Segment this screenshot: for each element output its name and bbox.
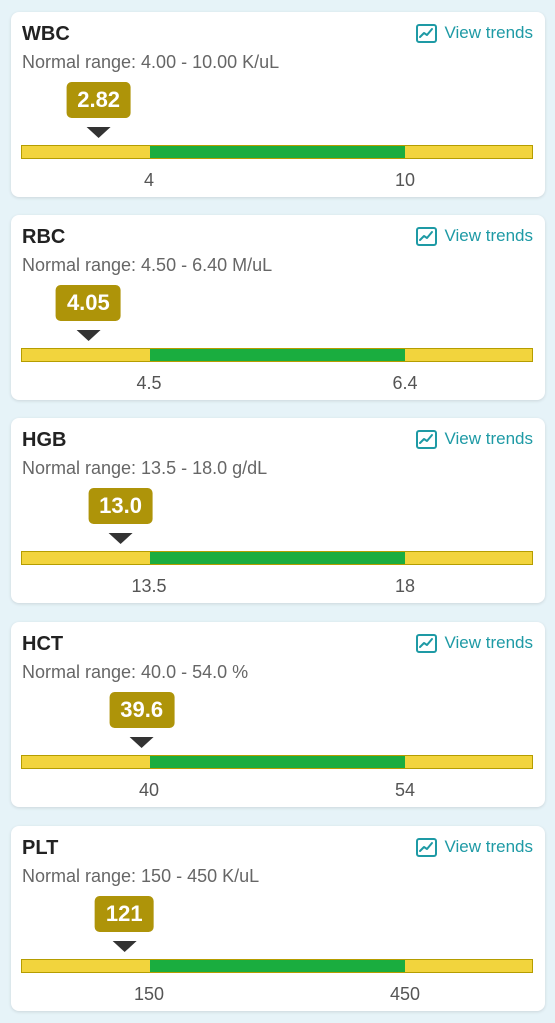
range-low-label: 4 xyxy=(143,170,155,190)
value-badge: 121 xyxy=(94,896,154,932)
test-name: HCT xyxy=(22,633,64,655)
range-bar-low-segment xyxy=(22,146,150,158)
test-name: RBC xyxy=(22,226,66,248)
test-name: HGB xyxy=(22,429,67,451)
view-trends-label: View trends xyxy=(444,23,533,42)
range-bar-normal-segment xyxy=(149,552,405,564)
value-marker: 121 xyxy=(94,896,154,952)
view-trends-link[interactable]: View trends xyxy=(416,428,533,450)
value-pointer xyxy=(86,127,111,138)
range-bar xyxy=(21,348,533,362)
test-name: PLT xyxy=(22,837,59,859)
trend-chart-icon xyxy=(416,23,438,43)
value-marker: 2.82 xyxy=(66,82,132,138)
trend-chart-icon xyxy=(416,633,438,653)
value-pointer xyxy=(108,533,133,544)
range-low-label: 40 xyxy=(138,780,160,800)
range-bar-normal-segment xyxy=(149,349,405,361)
view-trends-link[interactable]: View trends xyxy=(416,836,533,858)
range-low-label: 150 xyxy=(133,984,165,1004)
normal-range-text: Normal range: 150 - 450 K/uL xyxy=(22,866,260,886)
lab-result-card: RBC View trends Normal range: 4.50 - 6.4… xyxy=(11,215,545,400)
range-bar-high-segment xyxy=(404,756,532,768)
range-low-label: 13.5 xyxy=(131,576,167,596)
range-bar xyxy=(21,959,533,973)
view-trends-link[interactable]: View trends xyxy=(416,22,533,44)
lab-result-card: HGB View trends Normal range: 13.5 - 18.… xyxy=(11,418,545,603)
value-pointer xyxy=(112,941,137,952)
value-pointer xyxy=(129,737,154,748)
range-high-label: 6.4 xyxy=(392,373,418,393)
value-badge: 4.05 xyxy=(55,285,121,321)
view-trends-label: View trends xyxy=(444,837,533,856)
lab-result-card: HCT View trends Normal range: 40.0 - 54.… xyxy=(11,622,545,807)
view-trends-link[interactable]: View trends xyxy=(416,225,533,247)
view-trends-link[interactable]: View trends xyxy=(416,632,533,654)
range-bar-low-segment xyxy=(22,349,150,361)
range-bar-high-segment xyxy=(404,960,532,972)
value-badge: 13.0 xyxy=(88,488,153,524)
normal-range-text: Normal range: 4.00 - 10.00 K/uL xyxy=(22,52,280,72)
range-bar-low-segment xyxy=(22,552,150,564)
trend-chart-icon xyxy=(416,226,438,246)
value-marker: 39.6 xyxy=(109,692,175,748)
trend-chart-icon xyxy=(416,837,438,857)
range-bar xyxy=(21,755,533,769)
range-high-label: 18 xyxy=(394,576,416,596)
value-marker: 13.0 xyxy=(88,488,153,544)
range-low-label: 4.5 xyxy=(136,373,162,393)
view-trends-label: View trends xyxy=(444,226,533,245)
lab-result-card: PLT View trends Normal range: 150 - 450 … xyxy=(11,826,545,1011)
range-bar xyxy=(21,551,533,565)
range-bar-low-segment xyxy=(22,960,150,972)
normal-range-text: Normal range: 40.0 - 54.0 % xyxy=(22,662,249,682)
range-bar-normal-segment xyxy=(149,146,405,158)
value-badge: 39.6 xyxy=(109,692,175,728)
value-marker: 4.05 xyxy=(55,285,121,341)
range-bar-normal-segment xyxy=(149,756,405,768)
view-trends-label: View trends xyxy=(444,429,533,448)
test-name: WBC xyxy=(22,23,70,45)
lab-result-card: WBC View trends Normal range: 4.00 - 10.… xyxy=(11,12,545,197)
value-badge: 2.82 xyxy=(66,82,132,118)
view-trends-label: View trends xyxy=(444,633,533,652)
normal-range-text: Normal range: 13.5 - 18.0 g/dL xyxy=(22,458,268,478)
range-bar-high-segment xyxy=(404,552,532,564)
range-high-label: 450 xyxy=(389,984,421,1004)
range-bar-low-segment xyxy=(22,756,150,768)
range-high-label: 10 xyxy=(394,170,416,190)
normal-range-text: Normal range: 4.50 - 6.40 M/uL xyxy=(22,255,273,275)
range-bar-high-segment xyxy=(404,146,532,158)
trend-chart-icon xyxy=(416,429,438,449)
range-high-label: 54 xyxy=(394,780,416,800)
range-bar-normal-segment xyxy=(149,960,405,972)
range-bar xyxy=(21,145,533,159)
value-pointer xyxy=(76,330,101,341)
range-bar-high-segment xyxy=(404,349,532,361)
